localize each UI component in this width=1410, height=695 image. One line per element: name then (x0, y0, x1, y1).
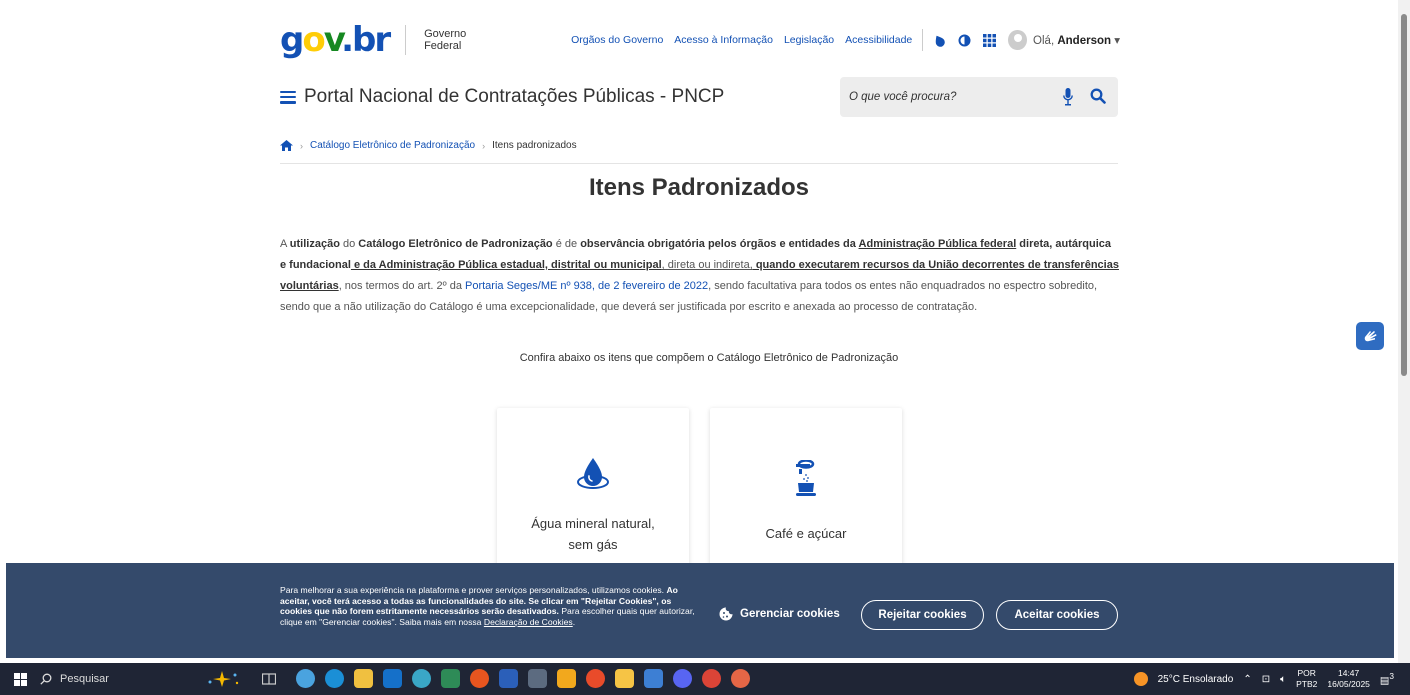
card-agua-mineral[interactable]: Água mineral natural, sem gás (497, 408, 689, 568)
taskbar-apps (296, 669, 750, 688)
app-icon[interactable] (528, 669, 547, 688)
home-icon[interactable] (280, 140, 293, 151)
cookie-icon (719, 607, 733, 621)
discord-app-icon[interactable] (673, 669, 692, 688)
clock[interactable]: 14:47 16/05/2025 (1327, 668, 1370, 690)
card-label: Café e açúcar (765, 526, 847, 541)
app-icon[interactable] (644, 669, 663, 688)
caret-down-icon: ▾ (1114, 35, 1120, 47)
card-cafe-acucar[interactable]: Café e açúcar (710, 408, 902, 568)
water-drop-icon (577, 458, 609, 489)
card-label: Água mineral natural, (531, 516, 655, 531)
confira-text: Confira abaixo os itens que compõem o Ca… (519, 352, 899, 364)
top-header: gov.br Governo Federal Orgãos do Governo… (280, 18, 1120, 62)
task-view-icon[interactable] (262, 672, 276, 686)
cookie-declaration-link[interactable]: Declaração de Cookies (484, 617, 573, 627)
breadcrumb-current: Itens padronizados (492, 140, 577, 151)
search-icon (40, 673, 52, 685)
microphone-icon[interactable] (1063, 88, 1073, 106)
page-scrollbar[interactable] (1398, 0, 1410, 663)
portal-title[interactable]: Portal Nacional de Contratações Públicas… (304, 86, 724, 108)
excel-app-icon[interactable] (441, 669, 460, 688)
breadcrumb: › Catálogo Eletrônico de Padronização › … (280, 140, 577, 151)
links-divider (922, 29, 924, 51)
divider (280, 163, 1118, 164)
system-tray: 25°C Ensolarado ⌃ ⊡ 🔈︎ POR PTB2 14:47 16/0… (1133, 663, 1394, 695)
chrome-app-icon[interactable] (731, 669, 750, 688)
sign-language-icon (1364, 331, 1377, 342)
app-icon[interactable] (412, 669, 431, 688)
app-icon[interactable] (586, 669, 605, 688)
contrast-icon[interactable] (958, 33, 971, 47)
top-links: Orgãos do Governo Acesso à Informação Le… (571, 34, 912, 46)
governo-federal-label: Governo Federal (424, 28, 467, 52)
app-icon[interactable] (557, 669, 576, 688)
weather-icon[interactable] (1133, 672, 1148, 686)
logo-divider (405, 25, 407, 55)
link-orgaos[interactable]: Orgãos do Governo (571, 34, 663, 46)
volume-icon[interactable]: 🔈︎ (1280, 674, 1286, 685)
chevron-up-icon[interactable]: ⌃ (1243, 674, 1251, 685)
portal-bar: Portal Nacional de Contratações Públicas… (280, 77, 1120, 117)
cookie-text: Para melhorar a sua experiência na plata… (280, 585, 695, 627)
portaria-link[interactable]: Portaria Seges/ME nº 938, de 2 fevereiro… (465, 280, 708, 292)
search-icon[interactable] (1090, 88, 1106, 104)
file-explorer-icon[interactable] (354, 669, 373, 688)
network-icon[interactable]: ⊡ (1262, 674, 1270, 685)
color-drop-icon[interactable] (933, 33, 946, 47)
cookie-banner: Para melhorar a sua experiência na plata… (6, 563, 1394, 658)
search-box (840, 77, 1118, 117)
user-menu[interactable]: Olá, Anderson ▾ (1033, 33, 1120, 47)
chevron-right-icon: › (300, 140, 303, 151)
menu-icon[interactable] (280, 90, 296, 104)
manage-cookies-button[interactable]: Gerenciar cookies (719, 607, 840, 621)
link-acesso-informacao[interactable]: Acesso à Informação (674, 34, 773, 46)
notifications-icon[interactable]: ▤3 (1380, 671, 1394, 686)
edge-browser-icon[interactable] (325, 669, 344, 688)
outlook-icon[interactable] (383, 669, 402, 688)
search-input[interactable] (849, 91, 1039, 103)
coffee-icon (796, 460, 816, 496)
link-legislacao[interactable]: Legislação (784, 34, 834, 46)
input-language[interactable]: POR PTB2 (1296, 668, 1317, 690)
link-acessibilidade[interactable]: Acessibilidade (845, 34, 912, 46)
app-icon[interactable] (615, 669, 634, 688)
weather-text[interactable]: 25°C Ensolarado (1158, 674, 1234, 685)
sparkle-icon[interactable] (202, 670, 242, 688)
accept-cookies-button[interactable]: Aceitar cookies (996, 600, 1118, 630)
intro-paragraph: A utilização do Catálogo Eletrônico de P… (280, 238, 1119, 313)
user-avatar[interactable] (1008, 30, 1028, 50)
reject-cookies-button[interactable]: Rejeitar cookies (861, 600, 984, 630)
windows-start-icon[interactable] (14, 673, 27, 686)
copilot-app-icon[interactable] (296, 669, 315, 688)
page-title: Itens Padronizados (588, 174, 810, 201)
govbr-logo[interactable]: gov.br (280, 23, 391, 57)
windows-taskbar: Pesquisar 25°C Ensolarado ⌃ ⊡ 🔈︎ POR PTB2… (0, 663, 1410, 695)
vlibras-accessibility-button[interactable] (1356, 322, 1384, 350)
breadcrumb-catalogo-link[interactable]: Catálogo Eletrônico de Padronização (310, 140, 475, 151)
word-app-icon[interactable] (499, 669, 518, 688)
chrome-app-icon[interactable] (702, 669, 721, 688)
apps-grid-icon[interactable] (983, 33, 997, 47)
card-label: sem gás (568, 537, 618, 552)
app-icon[interactable] (470, 669, 489, 688)
scrollbar-thumb[interactable] (1401, 14, 1407, 376)
chevron-right-icon: › (482, 140, 486, 151)
